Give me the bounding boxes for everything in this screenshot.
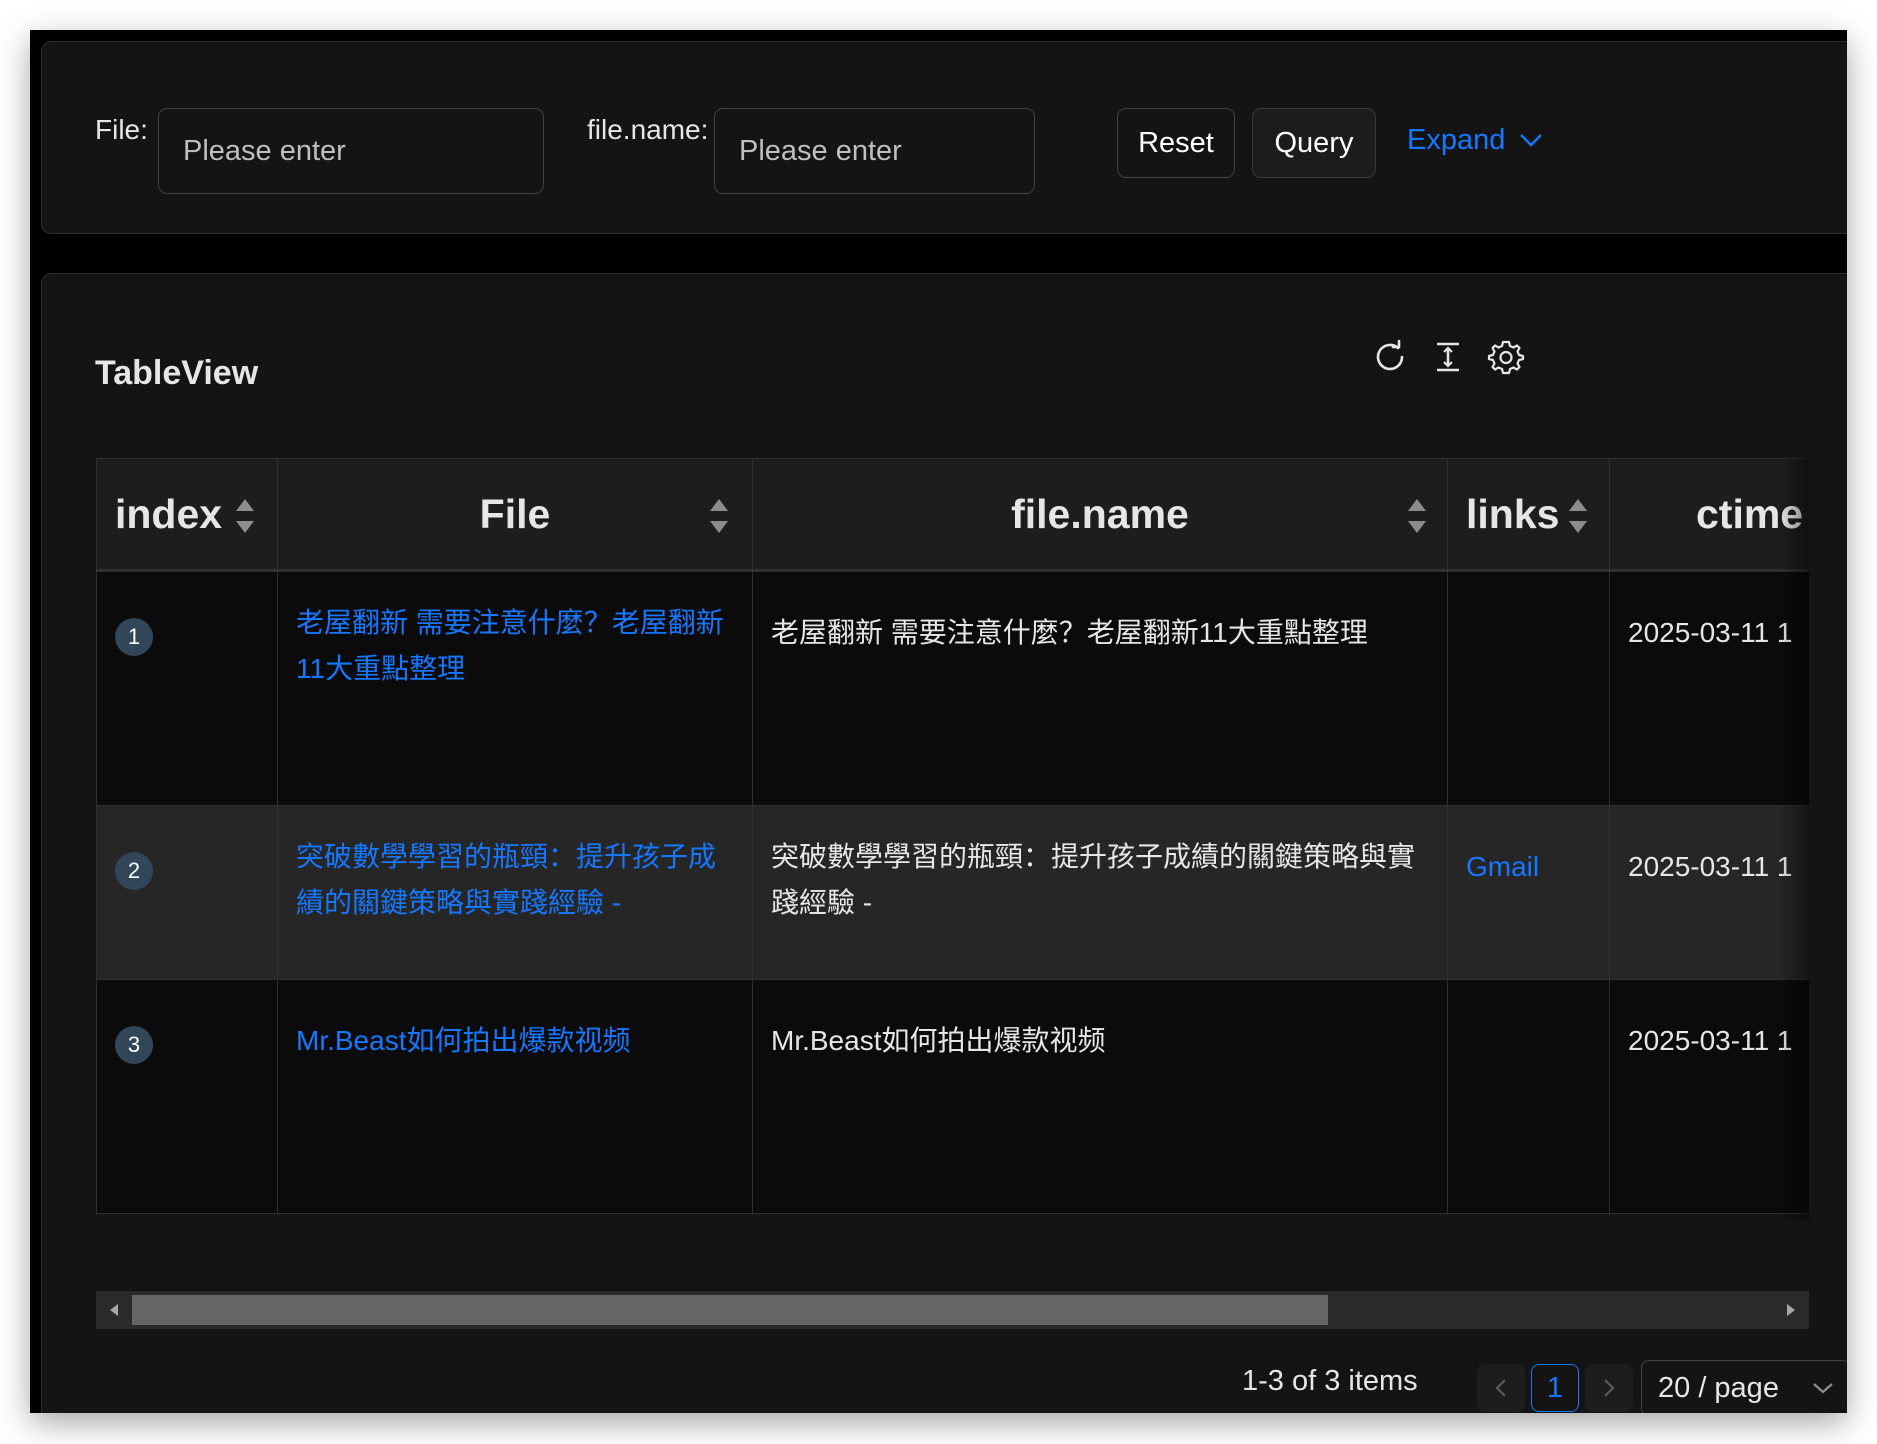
column-header-label: index [115, 490, 223, 537]
caret-right-icon [1787, 1304, 1795, 1316]
links-cell [1447, 572, 1609, 805]
scroll-right-button[interactable] [1773, 1291, 1809, 1329]
index-cell: 3 [96, 980, 277, 1213]
gmail-link[interactable]: Gmail [1447, 806, 1609, 979]
index-cell: 2 [96, 806, 277, 979]
chevron-down-icon [1520, 134, 1543, 147]
filename-field-label: file.name: [587, 114, 709, 145]
page-number: 1 [1546, 1371, 1564, 1404]
filename-search-input[interactable] [714, 108, 1035, 194]
table-row[interactable]: 1 老屋翻新 需要注意什麼？老屋翻新11大重點整理 老屋翻新 需要注意什麼？老屋… [96, 572, 1809, 806]
next-page-button[interactable] [1585, 1364, 1633, 1412]
filename-cell: 老屋翻新 需要注意什麼？老屋翻新11大重點整理 [752, 572, 1447, 805]
file-link[interactable]: 突破數學學習的瓶頸：提升孩子成績的關鍵策略與實踐經驗 - [277, 806, 752, 979]
table-card: TableView index File file.name links cti… [41, 273, 1847, 1413]
sort-icon[interactable] [710, 499, 728, 533]
expand-toggle[interactable]: Expand [1407, 110, 1543, 170]
column-header-label: File [479, 490, 551, 537]
query-button[interactable]: Query [1252, 108, 1376, 178]
ctime-cell: 2025-03-11 1 [1609, 572, 1809, 805]
column-header-label: links [1466, 490, 1560, 537]
ctime-cell: 2025-03-11 1 [1609, 806, 1809, 979]
scroll-left-button[interactable] [96, 1291, 132, 1329]
reload-icon [1376, 339, 1404, 371]
settings-button[interactable] [1483, 334, 1529, 380]
table-header: index File file.name links ctime [96, 458, 1809, 572]
index-badge: 2 [115, 852, 153, 890]
reset-button-label: Reset [1138, 126, 1214, 159]
sort-icon[interactable] [236, 499, 254, 533]
page-size-select[interactable]: 20 / page [1641, 1360, 1847, 1413]
filename-cell: Mr.Beast如何拍出爆款视频 [752, 980, 1447, 1213]
links-cell [1447, 980, 1609, 1213]
column-header-links[interactable]: links [1447, 459, 1609, 569]
column-header-filename[interactable]: file.name [752, 459, 1447, 569]
file-link[interactable]: 老屋翻新 需要注意什麼？老屋翻新11大重點整理 [277, 572, 752, 805]
scrollbar-thumb[interactable] [132, 1295, 1328, 1325]
horizontal-scrollbar[interactable] [96, 1291, 1809, 1329]
page-size-value: 20 / page [1658, 1371, 1779, 1404]
column-header-index[interactable]: index [96, 459, 277, 569]
filename-cell: 突破數學學習的瓶頸：提升孩子成績的關鍵策略與實踐經驗 - [752, 806, 1447, 979]
column-height-icon [1437, 342, 1459, 372]
index-badge: 3 [115, 1026, 153, 1064]
search-form: File: file.name: Reset Query Expand [41, 41, 1847, 234]
expand-label: Expand [1407, 123, 1506, 156]
chevron-right-icon [1604, 1379, 1615, 1397]
pagination-total: 1-3 of 3 items [1242, 1365, 1418, 1397]
file-link-text: 老屋翻新 需要注意什麼？老屋翻新11大重點整理 [296, 607, 724, 684]
data-table: index File file.name links ctime 1 老屋翻新 … [96, 458, 1809, 1220]
table-row[interactable]: 2 突破數學學習的瓶頸：提升孩子成績的關鍵策略與實踐經驗 - 突破數學學習的瓶頸… [96, 806, 1809, 980]
column-header-file[interactable]: File [277, 459, 752, 569]
table-title: TableView [95, 354, 259, 392]
file-search-input[interactable] [158, 108, 544, 194]
sort-icon[interactable] [1569, 499, 1587, 533]
column-header-ctime[interactable]: ctime [1609, 459, 1809, 569]
column-header-label: ctime [1696, 490, 1804, 537]
ctime-cell: 2025-03-11 1 [1609, 980, 1809, 1213]
file-link[interactable]: Mr.Beast如何拍出爆款视频 [277, 980, 752, 1213]
prev-page-button[interactable] [1477, 1364, 1525, 1412]
app-window: File: file.name: Reset Query Expand Tabl… [30, 30, 1847, 1413]
file-field-label: File: [95, 114, 148, 145]
file-link-text: Mr.Beast如何拍出爆款视频 [296, 1025, 631, 1056]
index-cell: 1 [96, 572, 277, 805]
query-button-label: Query [1274, 126, 1354, 159]
chevron-left-icon [1495, 1379, 1506, 1397]
table-row[interactable]: 3 Mr.Beast如何拍出爆款视频 Mr.Beast如何拍出爆款视频 2025… [96, 980, 1809, 1214]
links-text: Gmail [1466, 851, 1540, 882]
file-link-text: 突破數學學習的瓶頸：提升孩子成績的關鍵策略與實踐經驗 - [296, 841, 717, 918]
setting-icon [1487, 340, 1525, 375]
caret-left-icon [110, 1304, 118, 1316]
index-badge: 1 [115, 618, 153, 656]
density-button[interactable] [1425, 334, 1471, 380]
page-button-1[interactable]: 1 [1531, 1364, 1579, 1412]
column-header-label: file.name [1011, 490, 1189, 537]
sort-icon[interactable] [1408, 499, 1426, 533]
chevron-down-icon [1813, 1383, 1833, 1394]
reset-button[interactable]: Reset [1117, 108, 1235, 178]
reload-button[interactable] [1367, 334, 1413, 380]
